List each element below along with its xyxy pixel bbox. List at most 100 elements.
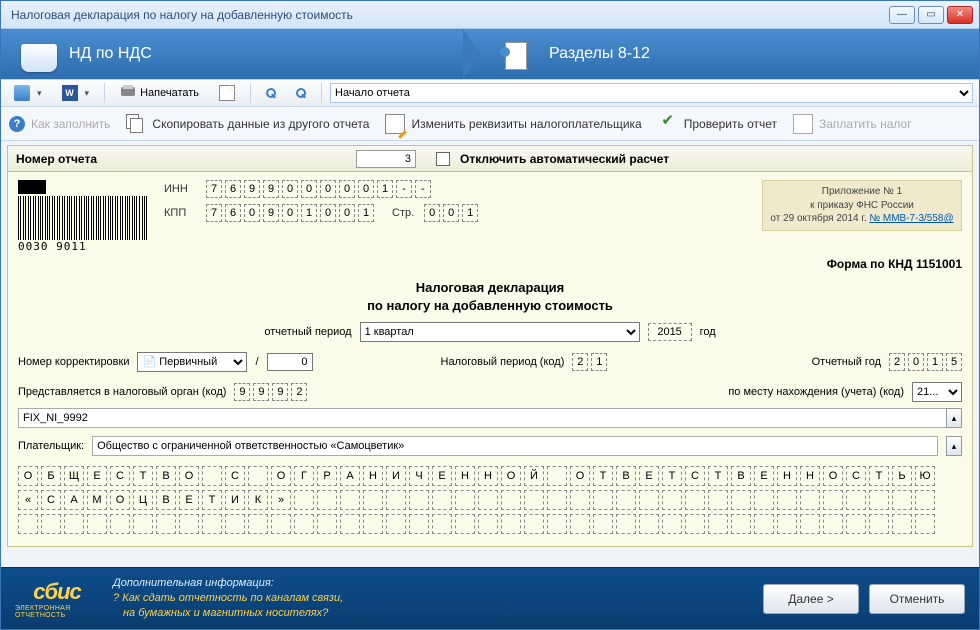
payer-name-grid[interactable]: ОБЩЕСТВОСОГРАНИЧЕННОЙОТВЕТСТВЕННОСТЬЮ «С… [18,466,962,534]
toolbar-actions: ? Как заполнить Скопировать данные из др… [1,107,979,141]
minimize-button[interactable]: — [889,6,915,24]
footer-info-line2: на бумажных и магнитных носителях? [123,606,343,621]
magnifier-plus-icon [266,88,276,98]
slash: / [255,356,258,368]
payer-input[interactable] [92,436,938,456]
disable-auto-calc-label: Отключить автоматический расчет [460,152,669,166]
tax-period-label: Налоговый период (код) [441,356,565,368]
maximize-button[interactable]: ▭ [918,6,944,24]
app-window: Налоговая декларация по налогу на добавл… [0,0,980,630]
how-to-fill-button[interactable]: ? Как заполнить [9,116,110,132]
registration-place-select[interactable]: 21... [912,382,962,402]
declaration-title: Налоговая декларация по налогу на добавл… [18,279,962,314]
kpp-label: КПП [164,207,196,219]
ribbon-tab-sections[interactable]: Разделы 8-12 [481,29,979,79]
correction-number-input[interactable] [267,353,313,371]
check-report-label: Проверить отчет [684,117,777,131]
help-icon: ? [9,116,25,132]
inn-label: ИНН [164,183,196,195]
zoom-out-button[interactable] [289,82,313,104]
footer-info-title: Дополнительная информация: [113,576,343,591]
word-export-button[interactable]: W [55,82,97,104]
appendix-line2: к приказу ФНС России [769,199,955,213]
inn-cells[interactable]: 7699000001-- [206,180,431,198]
kpp-cells[interactable]: 760901001 [206,204,374,222]
separator [250,83,251,103]
document-icon [219,85,235,101]
correction-label: Номер корректировки [18,356,129,368]
footer-buttons: Далее > Отменить [763,584,965,614]
separator [104,83,105,103]
tax-organ-cells[interactable]: 9992 [234,383,307,401]
tax-period-cells[interactable]: 21 [572,353,607,371]
money-icon [793,114,813,134]
footer: сбис ЭЛЕКТРОННАЯ ОТЧЕТНОСТЬ Дополнительн… [1,567,979,629]
footer-info: Дополнительная информация: ? Как сдать о… [113,576,343,621]
chevron-right-icon [463,29,481,79]
zoom-in-button[interactable] [259,82,283,104]
ribbon-tab-main[interactable]: НД по НДС [1,29,481,79]
brand-name: сбис [33,579,81,605]
word-icon: W [62,85,78,101]
save-icon [14,85,30,101]
tax-organ-name-wrap: ▴ [18,402,962,428]
print-icon [120,85,136,101]
report-header-row: Номер отчета Отключить автоматический ра… [8,146,972,172]
scroll-up-button[interactable]: ▴ [946,408,962,428]
cancel-button[interactable]: Отменить [869,584,965,614]
correction-type-select[interactable]: 📄 Первичный [137,352,247,372]
check-report-button[interactable]: ✔ Проверить отчет [658,114,777,134]
correction-row: Номер корректировки 📄 Первичный /* we'll… [18,352,962,372]
copy-from-report-label: Скопировать данные из другого отчета [152,117,369,131]
copy-icon [126,114,146,134]
separator [321,83,322,103]
report-number-input[interactable] [356,150,416,168]
edit-icon [385,114,405,134]
year-label: год [700,326,716,338]
pay-tax-button[interactable]: Заплатить налог [793,114,912,134]
ribbon-tab-main-label: НД по НДС [69,45,152,63]
report-year-cells[interactable]: 2015 [889,353,962,371]
sbis-logo: сбис ЭЛЕКТРОННАЯ ОТЧЕТНОСТЬ [15,579,99,619]
period-year-input[interactable] [648,323,692,341]
period-row: отчетный период 1 квартал год [18,322,962,342]
scroll-up-button[interactable]: ▴ [946,436,962,456]
appendix-order-link[interactable]: № ММВ-7-3/558@ [869,213,953,224]
appendix-line3: от 29 октября 2014 г. № ММВ-7-3/558@ [769,212,955,226]
disable-auto-calc-checkbox[interactable] [436,152,450,166]
report-year-label: Отчетный год [812,356,881,368]
tax-organ-name-input[interactable] [18,408,962,428]
change-taxpayer-button[interactable]: Изменить реквизиты налогоплательщика [385,114,641,134]
section-select[interactable]: Начало отчета [330,83,973,103]
copy-from-report-button[interactable]: Скопировать данные из другого отчета [126,114,369,134]
toolbar-primary: W Напечатать Начало отчета [1,79,979,107]
print-label: Напечатать [140,87,199,99]
period-select[interactable]: 1 квартал [360,322,640,342]
report-number-label: Номер отчета [16,152,346,166]
next-button[interactable]: Далее > [763,584,859,614]
change-taxpayer-label: Изменить реквизиты налогоплательщика [411,117,641,131]
form-body: Приложение № 1 к приказу ФНС России от 2… [8,172,972,546]
pay-tax-label: Заплатить налог [819,117,912,131]
magnifier-minus-icon [296,88,306,98]
barcode-number: 0030 9011 [18,240,148,253]
save-button[interactable] [7,82,49,104]
check-icon: ✔ [658,114,678,134]
footer-info-link[interactable]: ? Как сдать отчетность по каналам связи, [113,591,343,606]
registration-place-label: по месту нахождения (учета) (код) [728,386,904,398]
knd-code: Форма по КНД 1151001 [18,257,962,271]
toolbar-btn-a[interactable] [212,82,242,104]
barcode: 0030 9011 [18,180,148,253]
payer-row: Плательщик: ▴ [18,436,962,456]
page-label: Стр. [392,207,414,219]
tax-organ-label: Представляется в налоговый орган (код) [18,386,226,398]
titlebar: Налоговая декларация по налогу на добавл… [1,1,979,29]
notepad-icon [499,34,539,74]
window-title: Налоговая декларация по налогу на добавл… [7,8,886,22]
tax-organ-row: Представляется в налоговый орган (код) 9… [18,382,962,402]
close-button[interactable]: ✕ [947,6,973,24]
how-to-fill-label: Как заполнить [31,117,110,131]
form-scroll-area[interactable]: Номер отчета Отключить автоматический ра… [1,141,979,567]
print-button[interactable]: Напечатать [113,82,206,104]
period-label: отчетный период [264,326,351,338]
